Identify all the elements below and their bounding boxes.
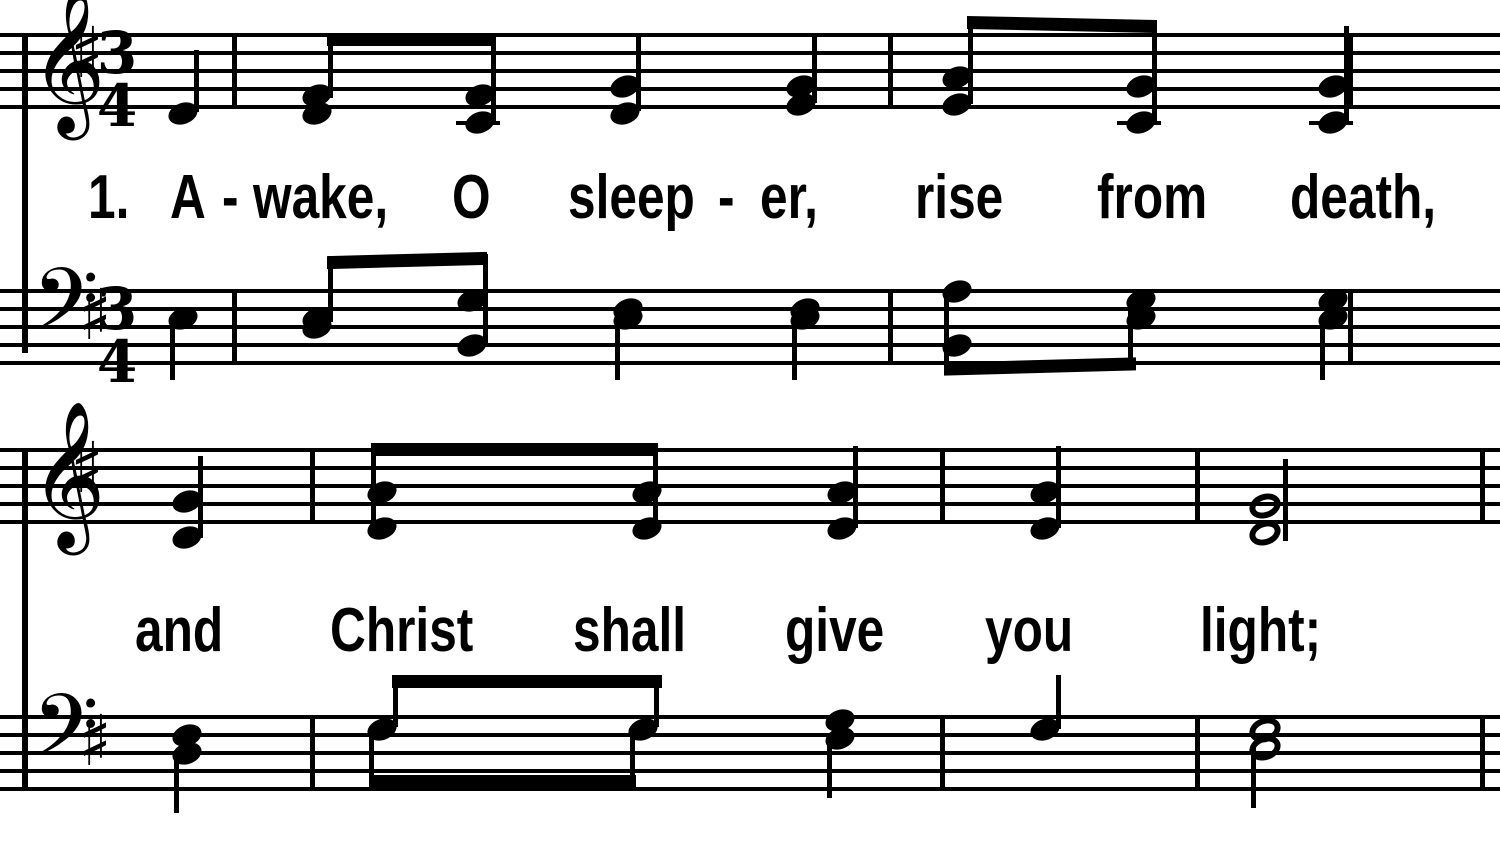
time-signature-lower: 4 <box>96 328 138 397</box>
ledger-line <box>456 121 500 125</box>
note-stem <box>653 446 658 528</box>
note-stem <box>371 446 376 528</box>
lyric-syllable: sleep <box>568 163 695 232</box>
time-signature-lower: 4 <box>96 72 138 141</box>
note-stem <box>853 446 858 528</box>
sheet-music-page: 𝄞 ♯ 3 4 1. A - wake, O sleep - er, rise … <box>0 0 1500 845</box>
note-stem <box>615 318 620 380</box>
staff-line <box>0 105 1500 109</box>
staff-line <box>0 33 1500 37</box>
staff-line <box>0 307 1500 311</box>
staff-line <box>0 448 1500 452</box>
barline <box>232 33 237 109</box>
staff-line <box>0 769 1500 773</box>
staff-line <box>0 484 1500 488</box>
lyric-syllable: from <box>1097 163 1208 232</box>
note-stem <box>827 736 832 798</box>
notehead <box>629 513 665 544</box>
beam <box>967 16 1157 33</box>
barline <box>1480 448 1485 524</box>
staff-line <box>0 69 1500 73</box>
lyric-syllable: A <box>170 163 206 232</box>
note-stem <box>491 36 496 121</box>
note-stem <box>1283 459 1288 541</box>
barline <box>310 448 315 524</box>
staff-line <box>0 289 1500 293</box>
key-signature-sharp-icon: ♯ <box>70 427 104 509</box>
time-signature: 3 4 <box>95 280 139 397</box>
note-stem <box>944 291 949 373</box>
beam <box>371 443 658 456</box>
notehead <box>364 513 400 544</box>
key-signature-sharp-icon: ♯ <box>78 700 112 782</box>
note-stem <box>483 254 488 346</box>
staff-line <box>0 343 1500 347</box>
note-stem <box>198 456 203 538</box>
system-2: 𝄞 ♯ and Christ shall give you light; 𝄢 ♯ <box>0 410 1500 845</box>
beam <box>327 33 496 46</box>
staff-line <box>0 361 1500 365</box>
beam <box>327 251 487 270</box>
lyric-syllable: Christ <box>330 596 474 665</box>
note-stem <box>968 18 973 104</box>
lyric-syllable: give <box>785 596 885 665</box>
note-stem <box>170 318 175 380</box>
staff-line <box>0 787 1500 791</box>
lyric-syllable: rise <box>915 163 1004 232</box>
note-stem <box>194 50 199 112</box>
lyric-syllable: you <box>985 596 1074 665</box>
lyric-hyphen: - <box>222 163 239 232</box>
note-stem <box>1056 446 1061 528</box>
bass-staff-2: 𝄢 ♯ <box>0 675 1500 845</box>
beam <box>369 775 636 788</box>
note-stem <box>1152 22 1157 122</box>
barline <box>1195 448 1200 524</box>
note-stem <box>792 318 797 380</box>
barline <box>888 289 893 365</box>
note-stem <box>1320 318 1325 380</box>
lyric-syllable: death, <box>1290 163 1437 232</box>
note-stem <box>174 751 179 813</box>
staff-line <box>0 325 1500 329</box>
treble-staff-2: 𝄞 ♯ <box>0 410 1500 560</box>
barline <box>232 289 237 365</box>
note-stem <box>1128 300 1133 366</box>
barline <box>888 33 893 109</box>
time-signature: 3 4 <box>95 24 139 141</box>
note-stem <box>1056 675 1061 729</box>
notehead-half <box>1245 489 1285 523</box>
barline <box>940 715 945 791</box>
barline <box>1480 715 1485 791</box>
bass-staff-1: 𝄢 ♯ 3 4 <box>0 251 1500 410</box>
lyric-syllable: and <box>135 596 224 665</box>
lyric-syllable: light; <box>1200 596 1322 665</box>
barline <box>1195 715 1200 791</box>
note-stem <box>812 33 817 103</box>
staff-line <box>0 466 1500 470</box>
barline <box>310 715 315 791</box>
staff-line <box>0 51 1500 55</box>
lyric-syllable: O <box>452 163 491 232</box>
barline <box>1348 289 1353 365</box>
note-stem <box>1251 746 1256 808</box>
lyric-syllable: shall <box>573 596 687 665</box>
lyric-syllable: er, <box>760 163 818 232</box>
note-stem <box>636 33 641 111</box>
lyric-hyphen: - <box>718 163 735 232</box>
note-stem <box>1344 26 1349 122</box>
lyric-syllable: 1. <box>88 163 130 232</box>
lyric-syllable: wake, <box>253 163 389 232</box>
treble-staff-1: 𝄞 ♯ 3 4 <box>0 0 1500 140</box>
barline <box>940 448 945 524</box>
system-1: 𝄞 ♯ 3 4 1. A - wake, O sleep - er, rise … <box>0 0 1500 400</box>
staff-line <box>0 87 1500 91</box>
beam <box>392 675 662 688</box>
